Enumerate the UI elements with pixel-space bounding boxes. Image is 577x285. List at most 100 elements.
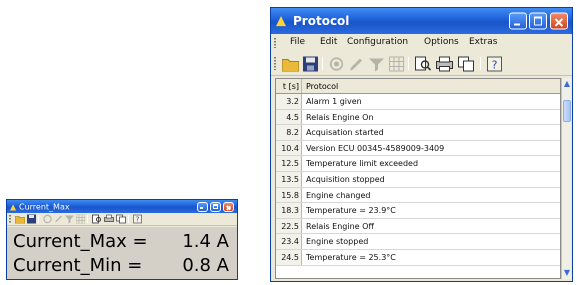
- scroll-up-icon[interactable]: ▲: [562, 79, 572, 89]
- row-text: Temperature = 23.9°C: [306, 206, 396, 216]
- edit-icon[interactable]: [53, 214, 64, 225]
- table-icon[interactable]: [388, 55, 405, 72]
- row-time: 24.5: [276, 250, 302, 265]
- menu-bar: File Edit Configuration Options Extras: [271, 34, 572, 52]
- row-text: Version ECU 00345-4589009-3409: [306, 143, 445, 153]
- help-icon[interactable]: ?: [132, 214, 143, 225]
- maximize-icon: [530, 14, 546, 29]
- row-text: Relais Engine On: [306, 112, 374, 122]
- table-row[interactable]: 8.2 Acquisation started: [276, 125, 560, 141]
- help-icon[interactable]: ?: [486, 55, 503, 72]
- row-text: Alarm 1 given: [306, 97, 362, 106]
- copy-icon[interactable]: [457, 55, 476, 72]
- app-logo-icon: ▲: [276, 13, 286, 29]
- menu-options[interactable]: Options: [424, 37, 459, 47]
- protocol-window-titlebar[interactable]: ▲ Protocol: [271, 8, 572, 34]
- table-row[interactable]: 3.2 Alarm 1 given: [276, 94, 560, 110]
- row-text: Engine changed: [306, 190, 371, 200]
- protocol-window-title: Protocol: [293, 14, 350, 28]
- current-min-row: Current_Min = 0.8 A: [13, 255, 229, 277]
- row-time: 12.5: [276, 156, 302, 171]
- close-button[interactable]: [223, 201, 234, 212]
- minimize-icon: [510, 14, 526, 29]
- table-row[interactable]: 4.5 Relais Engine On: [276, 109, 560, 126]
- open-folder-icon[interactable]: [281, 55, 300, 72]
- edit-icon[interactable]: [348, 55, 365, 72]
- table-row[interactable]: 15.8 Engine changed: [276, 187, 560, 204]
- row-time: 13.5: [276, 172, 302, 187]
- filter-icon[interactable]: [64, 214, 75, 225]
- app-logo-icon: ▲: [10, 202, 17, 211]
- maximize-button[interactable]: [210, 201, 221, 212]
- copy-icon[interactable]: [115, 214, 127, 225]
- record-icon[interactable]: [42, 214, 53, 225]
- print-icon[interactable]: [103, 214, 115, 225]
- vertical-scrollbar[interactable]: ▲ ▼: [561, 78, 571, 279]
- close-button[interactable]: [550, 12, 568, 30]
- record-icon[interactable]: [328, 55, 345, 72]
- maximize-icon: [211, 203, 220, 211]
- column-header-time[interactable]: t [s]: [276, 79, 302, 93]
- close-icon: [224, 203, 233, 211]
- table-icon[interactable]: [75, 214, 86, 225]
- row-time: 4.5: [276, 109, 302, 125]
- table-header: t [s] Protocol: [276, 79, 560, 94]
- row-time: 23.4: [276, 234, 302, 249]
- current-max-row: Current_Max = 1.4 A: [13, 231, 229, 253]
- table-row[interactable]: 24.5 Temperature = 25.3°C: [276, 250, 560, 266]
- row-text: Acquisition stopped: [306, 175, 385, 184]
- minimize-button[interactable]: [509, 12, 527, 30]
- close-icon: [551, 14, 567, 29]
- row-text: Engine stopped: [306, 237, 369, 247]
- protocol-window-toolbar: ?: [271, 52, 572, 76]
- row-time: 15.8: [276, 187, 302, 203]
- menu-configuration[interactable]: Configuration: [347, 37, 408, 47]
- table-row[interactable]: 12.5 Temperature limit exceeded: [276, 156, 560, 172]
- current-min-label: Current_Min =: [13, 255, 143, 276]
- table-row[interactable]: 22.5 Relais Engine Off: [276, 218, 560, 235]
- toolbar-grip[interactable]: [274, 56, 276, 71]
- row-text: Temperature limit exceeded: [306, 159, 419, 169]
- menu-file[interactable]: File: [290, 37, 305, 47]
- row-text: Relais Engine Off: [306, 221, 374, 231]
- table-row[interactable]: 10.4 Version ECU 00345-4589009-3409: [276, 140, 560, 157]
- table-row[interactable]: 18.3 Temperature = 23.9°C: [276, 203, 560, 219]
- row-time: 22.5: [276, 218, 302, 234]
- column-header-protocol[interactable]: Protocol: [306, 79, 338, 93]
- row-time: 10.4: [276, 140, 302, 156]
- current-max-window: ▲ Current_Max ? Current_Max = 1.4 A Curr…: [6, 199, 238, 280]
- open-folder-icon[interactable]: [14, 214, 26, 225]
- current-max-value: 1.4 A: [182, 231, 229, 252]
- filter-icon[interactable]: [368, 55, 385, 72]
- table-row[interactable]: 13.5 Acquisition stopped: [276, 172, 560, 188]
- row-text: Acquisation started: [306, 128, 384, 138]
- table-row[interactable]: 23.4 Engine stopped: [276, 234, 560, 250]
- svg-text:?: ?: [136, 216, 140, 224]
- print-preview-icon[interactable]: [91, 214, 103, 225]
- menu-edit[interactable]: Edit: [320, 37, 337, 47]
- row-time: 18.3: [276, 203, 302, 218]
- current-min-value: 0.8 A: [182, 255, 229, 276]
- menu-grip[interactable]: [274, 37, 276, 49]
- toolbar-grip[interactable]: [9, 215, 11, 223]
- scroll-down-icon[interactable]: ▼: [562, 268, 572, 278]
- current-window-title: Current_Max: [19, 202, 70, 211]
- menu-extras[interactable]: Extras: [469, 37, 497, 47]
- row-time: 3.2: [276, 94, 302, 109]
- print-preview-icon[interactable]: [414, 55, 432, 72]
- scroll-thumb[interactable]: [563, 100, 571, 122]
- svg-text:?: ?: [492, 58, 498, 71]
- save-disk-icon[interactable]: [26, 214, 37, 225]
- protocol-window: ▲ Protocol File Edit Configuration Optio…: [270, 7, 573, 282]
- maximize-button[interactable]: [529, 12, 547, 30]
- minimize-button[interactable]: [197, 201, 208, 212]
- current-max-label: Current_Max =: [13, 231, 148, 252]
- save-disk-icon[interactable]: [302, 55, 319, 72]
- print-icon[interactable]: [435, 55, 454, 72]
- row-text: Temperature = 25.3°C: [306, 253, 396, 262]
- row-time: 8.2: [276, 125, 302, 140]
- value-display: Current_Max = 1.4 A Current_Min = 0.8 A: [7, 227, 237, 279]
- current-window-toolbar: ?: [7, 213, 237, 226]
- current-window-titlebar[interactable]: ▲ Current_Max: [7, 200, 237, 213]
- minimize-icon: [198, 203, 207, 211]
